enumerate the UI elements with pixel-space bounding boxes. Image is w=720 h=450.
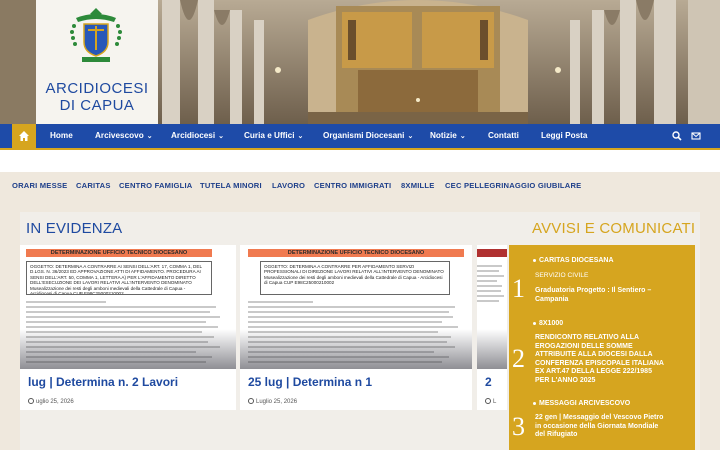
avviso-category[interactable]: MESSAGGI ARCIVESCOVO [532,400,630,407]
nav-curia-uffici[interactable]: Curia e Uffici ⌄ [244,124,303,148]
nav-arcivescovo-label: Arcivescovo [95,131,144,140]
quick-link-orari-messe[interactable]: ORARI MESSE [12,181,67,190]
card-title[interactable]: 25 lug | Determina n 1 [248,375,372,389]
card-date: uglio 25, 2026 [28,398,74,405]
quick-link-tutela-minori[interactable]: TUTELA MINORI [200,181,262,190]
avviso-category[interactable]: 8X1000 [532,320,563,327]
quick-link-caritas[interactable]: CARITAS [76,181,111,190]
site-name: ARCIDIOCESI DI CAPUA [36,80,158,114]
avviso-number: 1 [512,274,525,303]
quick-link-centro-famiglia[interactable]: CENTRO FAMIGLIA [119,181,192,190]
chevron-down-icon: ⌄ [459,133,466,140]
avvisi-heading: AVVISI E COMUNICATI [532,220,696,237]
card-thumbnail[interactable]: DETERMINAZIONE UFFICIO TECNICO DIOCESANO… [240,245,472,369]
card-image-overlay [477,329,507,369]
main-nav: Home Arcivescovo ⌄ Arcidiocesi ⌄ Curia e U… [0,124,720,148]
nav-contatti-label: Contatti [488,131,519,140]
news-card[interactable]: DETERMINAZIONE UFFICIO TECNICO DIOCESANO… [20,245,236,410]
nav-leggi-posta-label: Leggi Posta [541,131,588,140]
nav-organismi[interactable]: Organismi Diocesani ⌄ [323,124,413,148]
nav-arcivescovo[interactable]: Arcivescovo ⌄ [95,124,153,148]
home-glyph [19,131,29,141]
avviso-category[interactable]: CARITAS DIOCESANA [533,257,614,264]
avviso-number: 3 [512,412,525,441]
home-icon[interactable] [12,124,36,148]
card-date-text: Luglio 25, 2026 [256,399,298,405]
site-name-line2: DI CAPUA [59,97,135,114]
avviso-text[interactable]: RENDICONTO RELATIVO ALLA EROGAZIONI DELL… [535,334,665,385]
site-logo[interactable]: ARCIDIOCESI DI CAPUA [36,0,158,124]
doc-title: DETERMINAZIONE UFFICIO TECNICO DIOCESANO [287,250,425,256]
card-date-text: uglio 25, 2026 [36,399,74,405]
card-date-text: L [493,399,497,405]
news-card[interactable]: DETERMINAZIONE UFFICIO TECNICO DIOCESANO… [240,245,472,410]
clock-icon [28,398,34,404]
site-header: ARCIDIOCESI DI CAPUA [0,0,720,124]
in-evidenza-heading: IN EVIDENZA [26,220,123,237]
doc-body-lines [477,265,505,331]
nav-home-label: Home [50,131,73,140]
mail-icon[interactable] [691,131,701,141]
coat-of-arms-icon [70,8,122,62]
avviso-text[interactable]: 22 gen | Messaggio del Vescovo Pietro in… [535,414,665,440]
nav-notizie-label: Notizie [430,131,457,140]
quick-link-cec-pellegrinaggio[interactable]: CEC PELLEGRINAGGIO GIUBILARE [445,181,581,190]
nav-arcidiocesi-label: Arcidiocesi [171,131,216,140]
doc-header-bar [477,249,507,257]
card-thumbnail[interactable] [477,245,507,369]
nav-notizie[interactable]: Notizie ⌄ [430,124,466,148]
nav-leggi-posta[interactable]: Leggi Posta [541,124,587,148]
nav-arcidiocesi[interactable]: Arcidiocesi ⌄ [171,124,224,148]
ticker-strip [0,150,720,172]
quick-link-8xmille[interactable]: 8XMILLE [401,181,434,190]
nav-home[interactable]: Home [50,124,73,148]
clock-icon [248,398,254,404]
card-image-overlay [240,329,472,369]
doc-subject-box: OGGETTO: DETERMINA A CONTRARRE PER AFFID… [260,261,450,295]
chevron-down-icon: ⌄ [218,133,225,140]
cathedral-interior-image [158,0,720,124]
clock-icon [485,398,491,404]
chevron-down-icon: ⌄ [146,133,153,140]
quick-link-lavoro[interactable]: LAVORO [272,181,305,190]
doc-subject-box: OGGETTO: DETERMINA A CONTRARRE AI SENSI … [26,261,212,295]
doc-title: DETERMINAZIONE UFFICIO TECNICO DIOCESANO [50,250,188,256]
avviso-text[interactable]: Graduatoria Progetto : Il Sentiero – Cam… [535,287,665,304]
quick-link-centro-immigrati[interactable]: CENTRO IMMIGRATI [314,181,391,190]
card-date: Luglio 25, 2026 [248,398,297,405]
card-title[interactable]: lug | Determina n. 2 Lavori [28,375,178,389]
chevron-down-icon: ⌄ [297,133,304,140]
avviso-subcategory[interactable]: SERVIZIO CIVILE [535,272,588,279]
site-name-line1: ARCIDIOCESI [45,80,149,97]
card-title[interactable]: 2 [485,375,492,389]
news-card[interactable]: 2 L [477,245,507,410]
nav-contatti[interactable]: Contatti [488,124,519,148]
avviso-number: 2 [512,344,525,373]
card-date: L [485,398,496,405]
card-thumbnail[interactable]: DETERMINAZIONE UFFICIO TECNICO DIOCESANO… [20,245,236,369]
card-image-overlay [20,329,236,369]
nav-organismi-label: Organismi Diocesani [323,131,405,140]
nav-curia-label: Curia e Uffici [244,131,295,140]
search-icon[interactable] [672,131,682,141]
chevron-down-icon: ⌄ [407,133,414,140]
